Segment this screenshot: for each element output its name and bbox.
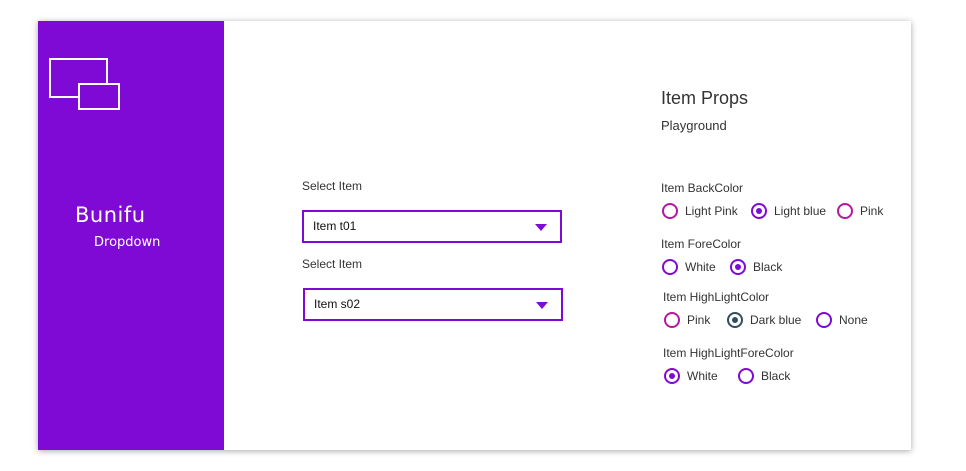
radio-checked-icon	[727, 312, 743, 328]
radio-circle-icon	[664, 312, 680, 328]
radio-label: None	[839, 313, 868, 327]
backcolor-group-label: Item BackColor	[661, 181, 744, 195]
dropdown-2-value: Item s02	[314, 297, 361, 311]
dropdown-2-caret-down-icon	[536, 302, 548, 309]
radio-circle-icon	[662, 203, 678, 219]
forecolor-group-label: Item ForeColor	[661, 237, 742, 251]
dropdown-2-label: Select Item	[302, 257, 363, 271]
radio-label: Light Pink	[685, 204, 738, 218]
radio-label: White	[687, 369, 718, 383]
radio-circle-icon	[662, 259, 678, 275]
highlightforecolor-group-label: Item HighLightForeColor	[663, 346, 794, 360]
radio-circle-icon	[816, 312, 832, 328]
app-window: Bunifu Dropdown Select Item Item t01 Sel…	[38, 21, 911, 450]
forecolor-radio-black[interactable]: Black	[730, 259, 782, 275]
highlightcolor-group-label: Item HighLightColor	[663, 290, 770, 304]
item-dropdown-1[interactable]: Item t01	[302, 210, 562, 243]
brand-subtitle: Dropdown	[94, 235, 161, 250]
radio-label: White	[685, 260, 716, 274]
dropdown-1-value: Item t01	[313, 219, 357, 233]
props-subtitle: Playground	[661, 118, 727, 133]
backcolor-radio-light-pink[interactable]: Light Pink	[662, 203, 738, 219]
brand-name: Bunifu	[75, 203, 146, 227]
radio-checked-icon	[751, 203, 767, 219]
highlightforecolor-radio-white[interactable]: White	[664, 368, 718, 384]
radio-circle-icon	[837, 203, 853, 219]
radio-label: Black	[753, 260, 783, 274]
radio-label: Pink	[860, 204, 884, 218]
radio-checked-icon	[664, 368, 680, 384]
highlightcolor-radio-dark-blue[interactable]: Dark blue	[727, 312, 801, 328]
radio-label: Pink	[687, 313, 711, 327]
window-logo-icon	[49, 58, 120, 110]
highlightcolor-radio-pink[interactable]: Pink	[664, 312, 710, 328]
dropdown-1-caret-down-icon	[535, 224, 547, 231]
radio-label: Dark blue	[750, 313, 802, 327]
radio-checked-icon	[730, 259, 746, 275]
sidebar: Bunifu Dropdown	[38, 21, 224, 450]
dropdown-1-label: Select Item	[302, 179, 363, 193]
backcolor-radio-light-blue[interactable]: Light blue	[751, 203, 826, 219]
props-title: Item Props	[661, 88, 749, 108]
radio-label: Black	[761, 369, 791, 383]
highlightcolor-radio-none[interactable]: None	[816, 312, 868, 328]
radio-circle-icon	[738, 368, 754, 384]
radio-label: Light blue	[774, 204, 827, 218]
item-dropdown-2[interactable]: Item s02	[303, 288, 563, 321]
forecolor-radio-white[interactable]: White	[662, 259, 716, 275]
backcolor-radio-pink[interactable]: Pink	[837, 203, 883, 219]
highlightforecolor-radio-black[interactable]: Black	[738, 368, 790, 384]
